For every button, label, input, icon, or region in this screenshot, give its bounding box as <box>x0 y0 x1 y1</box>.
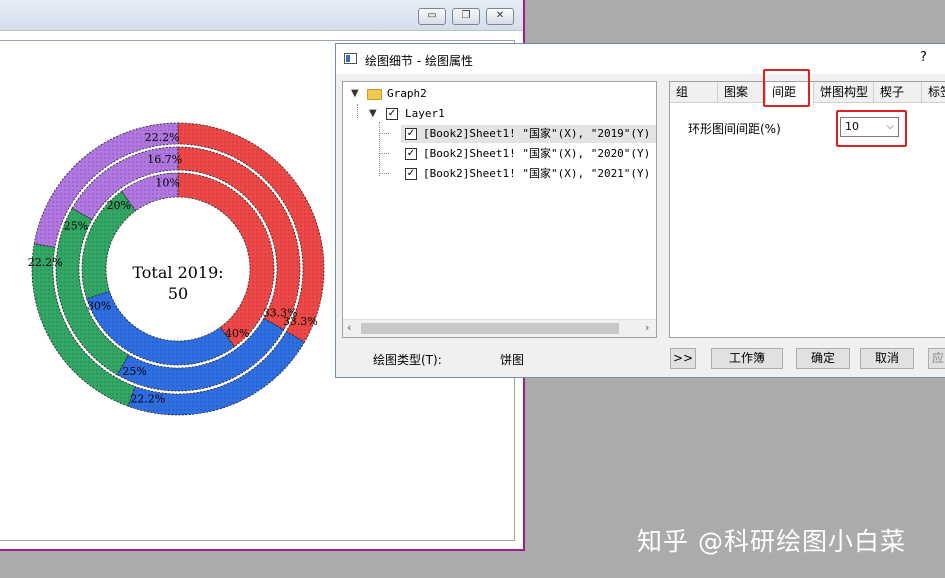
tree-node-layer[interactable]: ▼ ✓ Layer1 <box>343 105 656 123</box>
chevron-down-icon[interactable]: ▼ <box>351 85 359 103</box>
workbook-button[interactable]: 工作簿 <box>711 348 783 369</box>
graph-titlebar: ▭ ❐ ✕ <box>0 0 523 31</box>
close-button[interactable]: ✕ <box>486 8 514 25</box>
slice-label-2020-1: 25% <box>122 365 146 378</box>
tab-wedge[interactable]: 楔子 <box>874 82 922 103</box>
slice-label-2021-0: 33.3% <box>283 315 318 328</box>
tab-pie-geometry[interactable]: 饼图构型 <box>814 82 874 103</box>
highlight-spacing-value <box>836 110 907 147</box>
ring-spacing-label: 环形图间间距(%) <box>688 122 781 136</box>
slice-label-2021-3: 22.2% <box>145 131 180 144</box>
tree-node-plot-2020[interactable]: ✓ [Book2]Sheet1! "国家"(X), "2020"(Y) [1* <box>401 145 656 163</box>
tree-node-plot-2019[interactable]: ✓ [Book2]Sheet1! "国家"(X), "2019"(Y) [1* <box>401 125 656 143</box>
slice-label-2020-3: 16.7% <box>147 153 182 166</box>
slice-label-2019-2: 20% <box>107 199 131 212</box>
tab-group[interactable]: 组 <box>670 82 718 103</box>
expand-button[interactable]: >> <box>670 348 696 369</box>
tree-panel[interactable]: ▼ Graph2 ▼ ✓ Layer1 ✓ [Book2]Sheet1! "国家… <box>342 81 657 338</box>
tree-label-plot-2021: [Book2]Sheet1! "国家"(X), "2021"(Y) [1* <box>423 167 657 180</box>
tree-label-plot-2019: [Book2]Sheet1! "国家"(X), "2019"(Y) [1* <box>423 127 657 140</box>
plot-type-value: 饼图 <box>500 353 525 367</box>
app-icon <box>344 53 357 64</box>
slice-label-2019-1: 30% <box>87 300 111 313</box>
tab-pattern[interactable]: 图案 <box>718 82 766 103</box>
plot-checkbox-2020[interactable]: ✓ <box>405 148 417 160</box>
tree-node-graph[interactable]: ▼ Graph2 <box>343 85 656 103</box>
restore-button[interactable]: ❐ <box>452 8 480 25</box>
slice-label-2021-2: 22.2% <box>28 256 63 269</box>
minimize-button[interactable]: ▭ <box>418 8 446 25</box>
apply-button[interactable]: 应 <box>928 348 945 369</box>
scrollbar-thumb[interactable] <box>361 323 619 334</box>
plot-type-label: 绘图类型(T): <box>373 353 442 367</box>
help-icon[interactable]: ? <box>920 50 927 65</box>
tree-label-plot-2020: [Book2]Sheet1! "国家"(X), "2020"(Y) [1* <box>423 147 657 160</box>
highlight-spacing-tab <box>763 69 810 107</box>
slice-label-2020-2: 25% <box>64 220 88 233</box>
tree-horizontal-scrollbar[interactable]: ‹ › <box>343 319 656 337</box>
layer-checkbox[interactable]: ✓ <box>386 108 398 120</box>
tree-label-graph: Graph2 <box>387 87 427 100</box>
slice-label-2021-1: 22.2% <box>130 393 165 406</box>
scroll-left-icon[interactable]: ‹ <box>347 321 351 334</box>
plot-checkbox-2021[interactable]: ✓ <box>405 168 417 180</box>
dialog-titlebar: 绘图细节 - 绘图属性 ? <box>336 44 945 74</box>
center-label: Total 2019: <box>132 263 223 282</box>
plot-checkbox-2019[interactable]: ✓ <box>405 128 417 140</box>
ok-button[interactable]: 确定 <box>796 348 850 369</box>
dialog-title: 绘图细节 - 绘图属性 <box>365 54 473 68</box>
slice-label-2019-0: 40% <box>225 327 249 340</box>
cancel-button[interactable]: 取消 <box>860 348 914 369</box>
tree-label-layer: Layer1 <box>405 107 445 120</box>
center-value: 50 <box>168 284 188 303</box>
tab-labels[interactable]: 标签 <box>922 82 945 103</box>
chevron-down-icon[interactable]: ▼ <box>369 105 377 123</box>
plot-details-dialog: 绘图细节 - 绘图属性 ? ▼ Graph2 ▼ ✓ Layer1 ✓ [Boo… <box>335 43 945 378</box>
slice-label-2019-3: 10% <box>155 177 179 190</box>
watermark-text: 知乎 @科研绘图小白菜 <box>637 527 906 556</box>
scroll-right-icon[interactable]: › <box>645 321 649 334</box>
tree-node-plot-2021[interactable]: ✓ [Book2]Sheet1! "国家"(X), "2021"(Y) [1* <box>401 165 656 183</box>
folder-icon <box>367 89 382 100</box>
